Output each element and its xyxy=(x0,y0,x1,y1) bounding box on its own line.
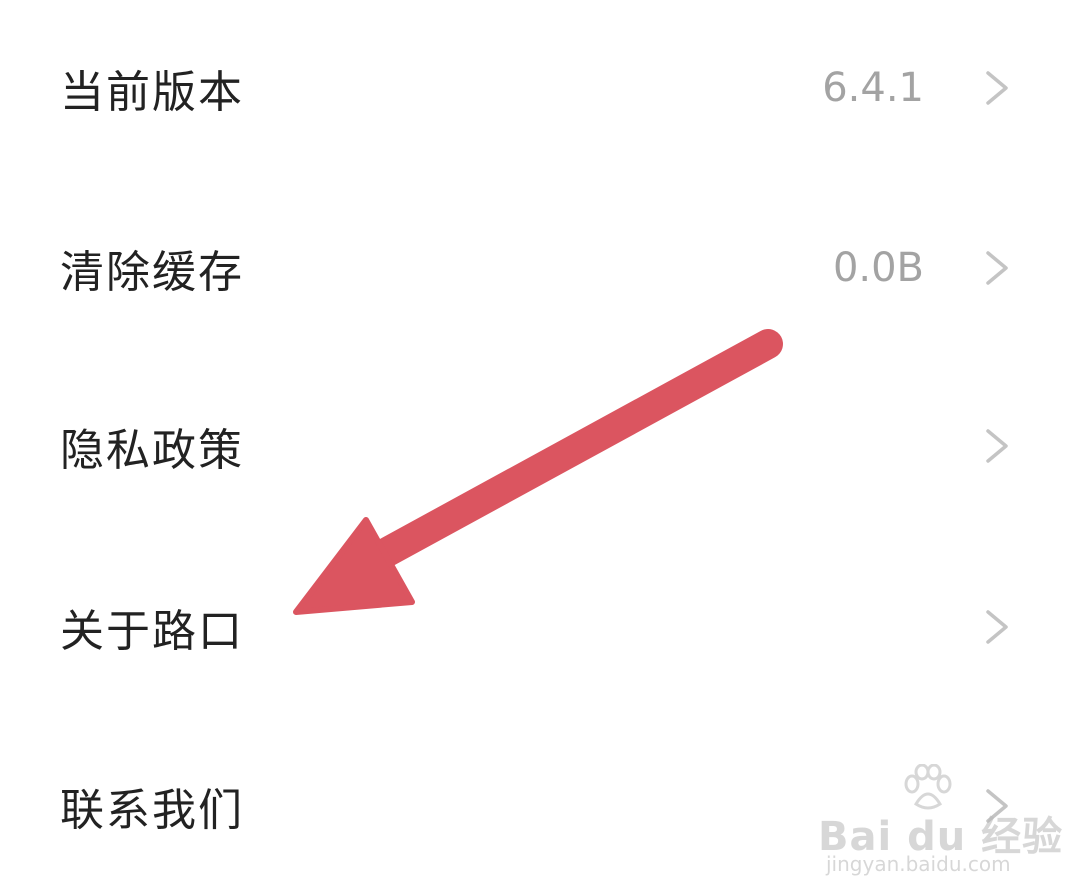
row-label: 关于路口 xyxy=(60,606,244,657)
settings-row-clear-cache[interactable]: 清除缓存 0.0B xyxy=(0,178,1072,358)
chevron-right-icon xyxy=(984,609,1010,645)
settings-list: 当前版本 6.4.1 清除缓存 0.0B 隐私政策 关于路口 联系我们 xyxy=(0,0,1072,888)
settings-row-contact-us[interactable]: 联系我们 xyxy=(0,716,1072,896)
row-value: 0.0B xyxy=(832,245,924,291)
settings-row-about[interactable]: 关于路口 xyxy=(0,537,1072,717)
row-value: 6.4.1 xyxy=(822,65,924,111)
row-label: 清除缓存 xyxy=(60,247,244,298)
chevron-right-icon xyxy=(984,70,1010,106)
row-label: 联系我们 xyxy=(60,785,244,836)
chevron-right-icon xyxy=(984,788,1010,824)
settings-row-current-version[interactable]: 当前版本 6.4.1 xyxy=(0,0,1072,178)
chevron-right-icon xyxy=(984,250,1010,286)
chevron-right-icon xyxy=(984,428,1010,464)
settings-row-privacy-policy[interactable]: 隐私政策 xyxy=(0,356,1072,536)
row-label: 当前版本 xyxy=(60,67,244,118)
row-label: 隐私政策 xyxy=(60,425,244,476)
